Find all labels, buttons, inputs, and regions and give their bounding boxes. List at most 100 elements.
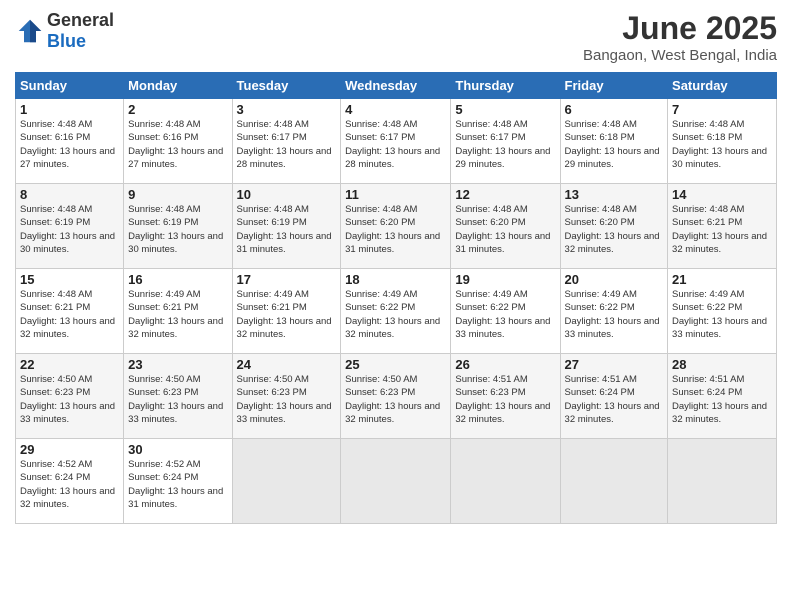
logo: General Blue [15,10,114,52]
header-row: Sunday Monday Tuesday Wednesday Thursday… [16,73,777,99]
day-number: 27 [565,357,664,372]
day-number: 24 [237,357,337,372]
calendar-table: Sunday Monday Tuesday Wednesday Thursday… [15,72,777,524]
calendar-cell: 3Sunrise: 4:48 AMSunset: 6:17 PMDaylight… [232,99,341,184]
day-number: 11 [345,187,446,202]
day-number: 10 [237,187,337,202]
page-container: General Blue June 2025 Bangaon, West Ben… [0,0,792,534]
day-info: Sunrise: 4:48 AMSunset: 6:18 PMDaylight:… [672,118,772,171]
day-number: 15 [20,272,119,287]
day-number: 8 [20,187,119,202]
col-tuesday: Tuesday [232,73,341,99]
calendar-cell: 25Sunrise: 4:50 AMSunset: 6:23 PMDayligh… [341,354,451,439]
header: General Blue June 2025 Bangaon, West Ben… [15,10,777,64]
day-number: 9 [128,187,227,202]
day-number: 23 [128,357,227,372]
col-thursday: Thursday [451,73,560,99]
day-info: Sunrise: 4:48 AMSunset: 6:16 PMDaylight:… [128,118,227,171]
calendar-cell: 5Sunrise: 4:48 AMSunset: 6:17 PMDaylight… [451,99,560,184]
calendar-cell: 11Sunrise: 4:48 AMSunset: 6:20 PMDayligh… [341,184,451,269]
day-number: 19 [455,272,555,287]
location-title: Bangaon, West Bengal, India [583,47,777,64]
calendar-cell: 16Sunrise: 4:49 AMSunset: 6:21 PMDayligh… [124,269,232,354]
calendar-cell: 28Sunrise: 4:51 AMSunset: 6:24 PMDayligh… [668,354,777,439]
day-number: 25 [345,357,446,372]
day-number: 7 [672,102,772,117]
calendar-cell: 27Sunrise: 4:51 AMSunset: 6:24 PMDayligh… [560,354,668,439]
day-number: 16 [128,272,227,287]
day-info: Sunrise: 4:48 AMSunset: 6:21 PMDaylight:… [20,288,119,341]
day-info: Sunrise: 4:49 AMSunset: 6:22 PMDaylight:… [672,288,772,341]
calendar-cell: 23Sunrise: 4:50 AMSunset: 6:23 PMDayligh… [124,354,232,439]
day-info: Sunrise: 4:49 AMSunset: 6:22 PMDaylight:… [565,288,664,341]
day-number: 28 [672,357,772,372]
day-number: 13 [565,187,664,202]
calendar-cell: 19Sunrise: 4:49 AMSunset: 6:22 PMDayligh… [451,269,560,354]
day-info: Sunrise: 4:48 AMSunset: 6:20 PMDaylight:… [455,203,555,256]
day-number: 4 [345,102,446,117]
title-block: June 2025 Bangaon, West Bengal, India [583,10,777,64]
day-number: 12 [455,187,555,202]
calendar-cell: 8Sunrise: 4:48 AMSunset: 6:19 PMDaylight… [16,184,124,269]
col-sunday: Sunday [16,73,124,99]
calendar-cell: 10Sunrise: 4:48 AMSunset: 6:19 PMDayligh… [232,184,341,269]
day-info: Sunrise: 4:51 AMSunset: 6:24 PMDaylight:… [565,373,664,426]
calendar-cell: 24Sunrise: 4:50 AMSunset: 6:23 PMDayligh… [232,354,341,439]
calendar-cell: 2Sunrise: 4:48 AMSunset: 6:16 PMDaylight… [124,99,232,184]
calendar-cell: 4Sunrise: 4:48 AMSunset: 6:17 PMDaylight… [341,99,451,184]
day-info: Sunrise: 4:48 AMSunset: 6:17 PMDaylight:… [345,118,446,171]
day-info: Sunrise: 4:49 AMSunset: 6:22 PMDaylight:… [345,288,446,341]
calendar-cell [451,439,560,524]
day-info: Sunrise: 4:52 AMSunset: 6:24 PMDaylight:… [128,458,227,511]
col-saturday: Saturday [668,73,777,99]
calendar-week-4: 22Sunrise: 4:50 AMSunset: 6:23 PMDayligh… [16,354,777,439]
calendar-cell: 15Sunrise: 4:48 AMSunset: 6:21 PMDayligh… [16,269,124,354]
day-info: Sunrise: 4:50 AMSunset: 6:23 PMDaylight:… [20,373,119,426]
day-info: Sunrise: 4:48 AMSunset: 6:16 PMDaylight:… [20,118,119,171]
calendar-cell: 26Sunrise: 4:51 AMSunset: 6:23 PMDayligh… [451,354,560,439]
calendar-week-5: 29Sunrise: 4:52 AMSunset: 6:24 PMDayligh… [16,439,777,524]
day-info: Sunrise: 4:48 AMSunset: 6:17 PMDaylight:… [455,118,555,171]
calendar-week-3: 15Sunrise: 4:48 AMSunset: 6:21 PMDayligh… [16,269,777,354]
logo-icon [15,16,45,46]
calendar-cell: 30Sunrise: 4:52 AMSunset: 6:24 PMDayligh… [124,439,232,524]
calendar-cell: 13Sunrise: 4:48 AMSunset: 6:20 PMDayligh… [560,184,668,269]
calendar-cell: 7Sunrise: 4:48 AMSunset: 6:18 PMDaylight… [668,99,777,184]
day-info: Sunrise: 4:49 AMSunset: 6:21 PMDaylight:… [237,288,337,341]
day-number: 29 [20,442,119,457]
logo-blue: Blue [47,31,86,51]
day-info: Sunrise: 4:48 AMSunset: 6:19 PMDaylight:… [20,203,119,256]
day-number: 3 [237,102,337,117]
month-title: June 2025 [583,10,777,47]
day-number: 18 [345,272,446,287]
day-number: 26 [455,357,555,372]
calendar-cell: 18Sunrise: 4:49 AMSunset: 6:22 PMDayligh… [341,269,451,354]
day-number: 14 [672,187,772,202]
day-number: 6 [565,102,664,117]
col-friday: Friday [560,73,668,99]
day-number: 2 [128,102,227,117]
day-info: Sunrise: 4:50 AMSunset: 6:23 PMDaylight:… [345,373,446,426]
col-monday: Monday [124,73,232,99]
calendar-cell: 6Sunrise: 4:48 AMSunset: 6:18 PMDaylight… [560,99,668,184]
calendar-cell: 22Sunrise: 4:50 AMSunset: 6:23 PMDayligh… [16,354,124,439]
day-info: Sunrise: 4:52 AMSunset: 6:24 PMDaylight:… [20,458,119,511]
calendar-cell: 29Sunrise: 4:52 AMSunset: 6:24 PMDayligh… [16,439,124,524]
day-number: 20 [565,272,664,287]
calendar-cell: 12Sunrise: 4:48 AMSunset: 6:20 PMDayligh… [451,184,560,269]
day-info: Sunrise: 4:48 AMSunset: 6:19 PMDaylight:… [128,203,227,256]
day-info: Sunrise: 4:48 AMSunset: 6:19 PMDaylight:… [237,203,337,256]
day-number: 21 [672,272,772,287]
day-info: Sunrise: 4:48 AMSunset: 6:17 PMDaylight:… [237,118,337,171]
logo-text: General Blue [47,10,114,52]
day-info: Sunrise: 4:48 AMSunset: 6:21 PMDaylight:… [672,203,772,256]
calendar-week-1: 1Sunrise: 4:48 AMSunset: 6:16 PMDaylight… [16,99,777,184]
day-number: 5 [455,102,555,117]
calendar-cell [668,439,777,524]
day-info: Sunrise: 4:51 AMSunset: 6:24 PMDaylight:… [672,373,772,426]
calendar-cell: 17Sunrise: 4:49 AMSunset: 6:21 PMDayligh… [232,269,341,354]
day-info: Sunrise: 4:49 AMSunset: 6:22 PMDaylight:… [455,288,555,341]
day-number: 17 [237,272,337,287]
day-info: Sunrise: 4:48 AMSunset: 6:20 PMDaylight:… [345,203,446,256]
day-info: Sunrise: 4:51 AMSunset: 6:23 PMDaylight:… [455,373,555,426]
